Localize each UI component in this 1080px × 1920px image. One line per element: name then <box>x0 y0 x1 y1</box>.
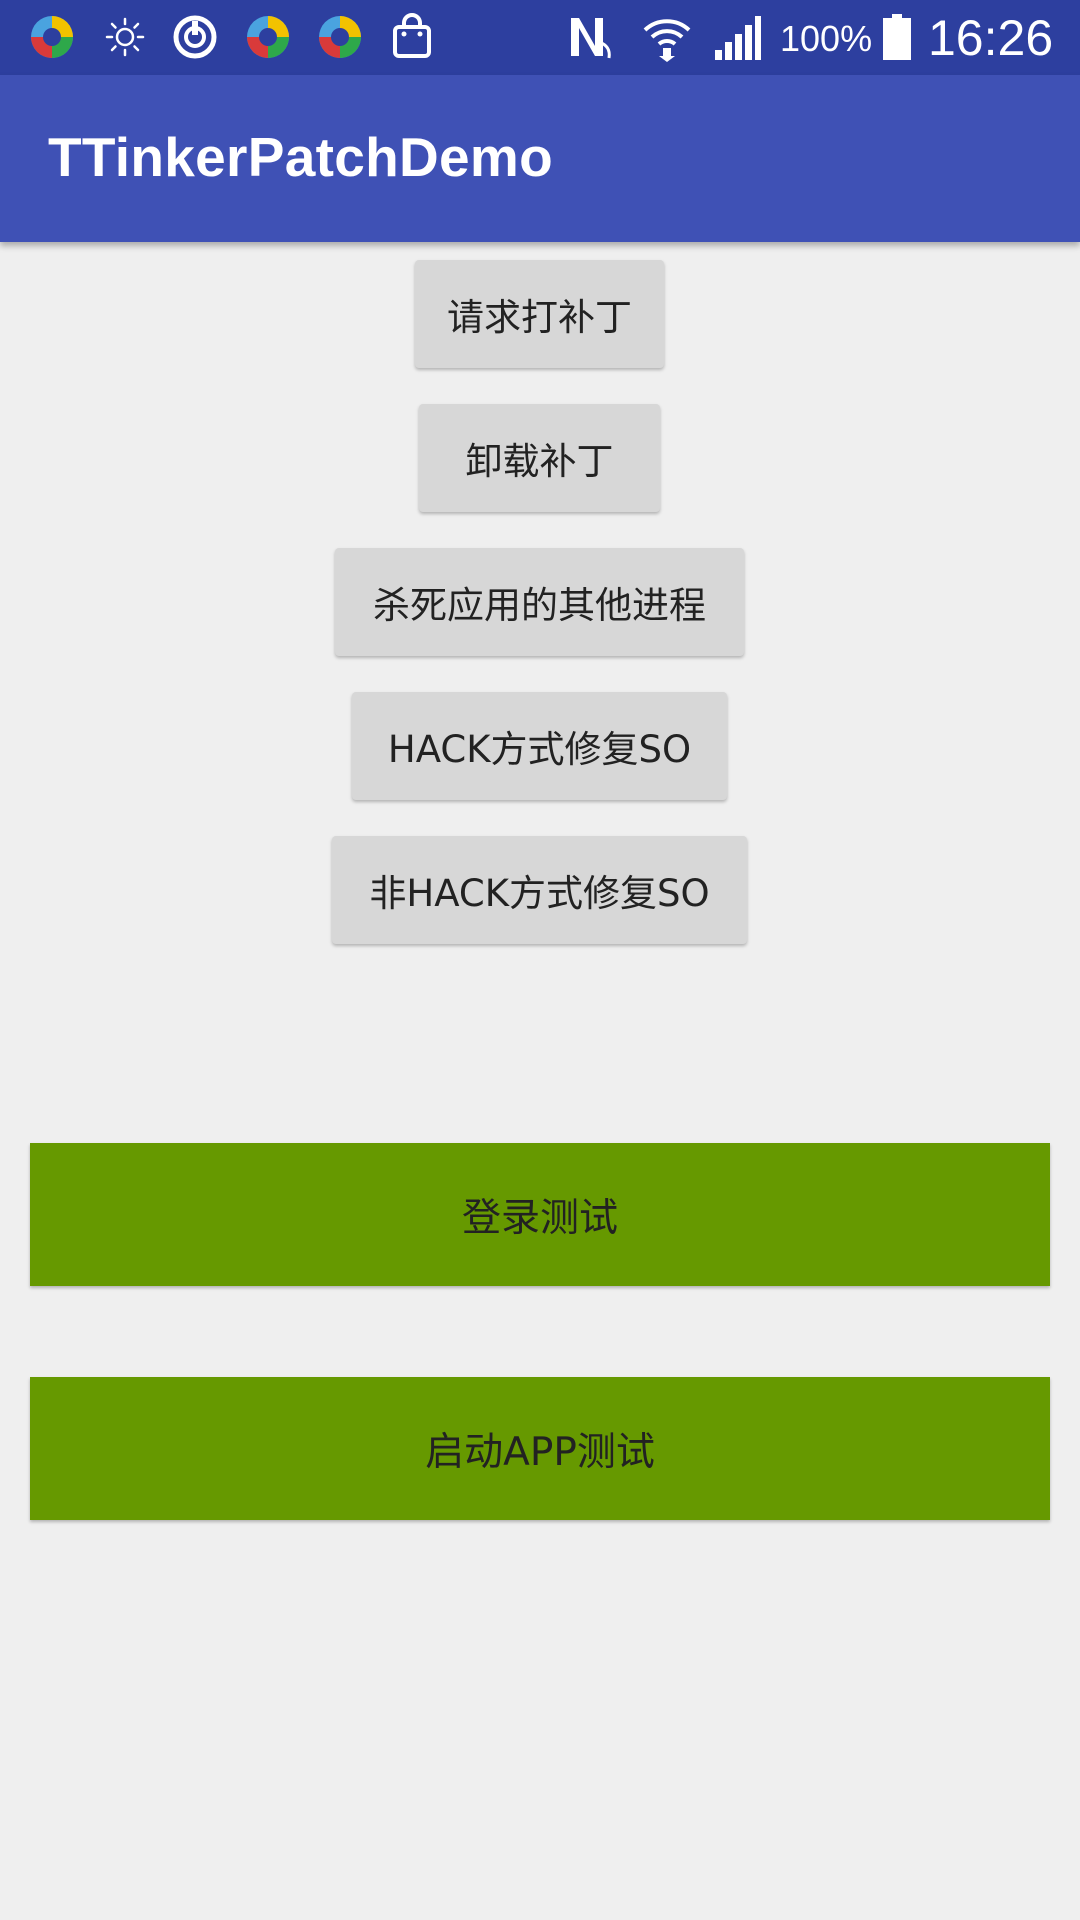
hack-fix-so-button[interactable]: HACK方式修复SO <box>352 692 727 800</box>
kill-other-processes-button[interactable]: 杀死应用的其他进程 <box>335 548 744 656</box>
shopping-bag-icon <box>393 13 431 58</box>
app-icon <box>247 16 289 58</box>
status-bar: 100% 16:26 <box>0 0 1080 75</box>
app-icon <box>31 16 73 58</box>
battery-icon <box>883 14 911 60</box>
launch-app-test-button[interactable]: 启动APP测试 <box>30 1377 1050 1520</box>
brightness-icon <box>105 17 145 57</box>
request-patch-button[interactable]: 请求打补丁 <box>415 260 664 368</box>
uninstall-patch-button[interactable]: 卸载补丁 <box>419 404 660 512</box>
app-bar: TTinkerPatchDemo <box>0 75 1080 242</box>
page-title: TTinkerPatchDemo <box>48 126 554 188</box>
wifi-icon <box>643 19 691 62</box>
signal-icon <box>715 16 761 60</box>
nfc-icon <box>571 18 611 59</box>
app-icon <box>319 16 361 58</box>
status-clock: 16:26 <box>928 10 1054 66</box>
sync-icon <box>173 15 217 59</box>
battery-percent: 100% <box>780 18 873 59</box>
non-hack-fix-so-button[interactable]: 非HACK方式修复SO <box>332 836 747 944</box>
login-test-button[interactable]: 登录测试 <box>30 1143 1050 1286</box>
